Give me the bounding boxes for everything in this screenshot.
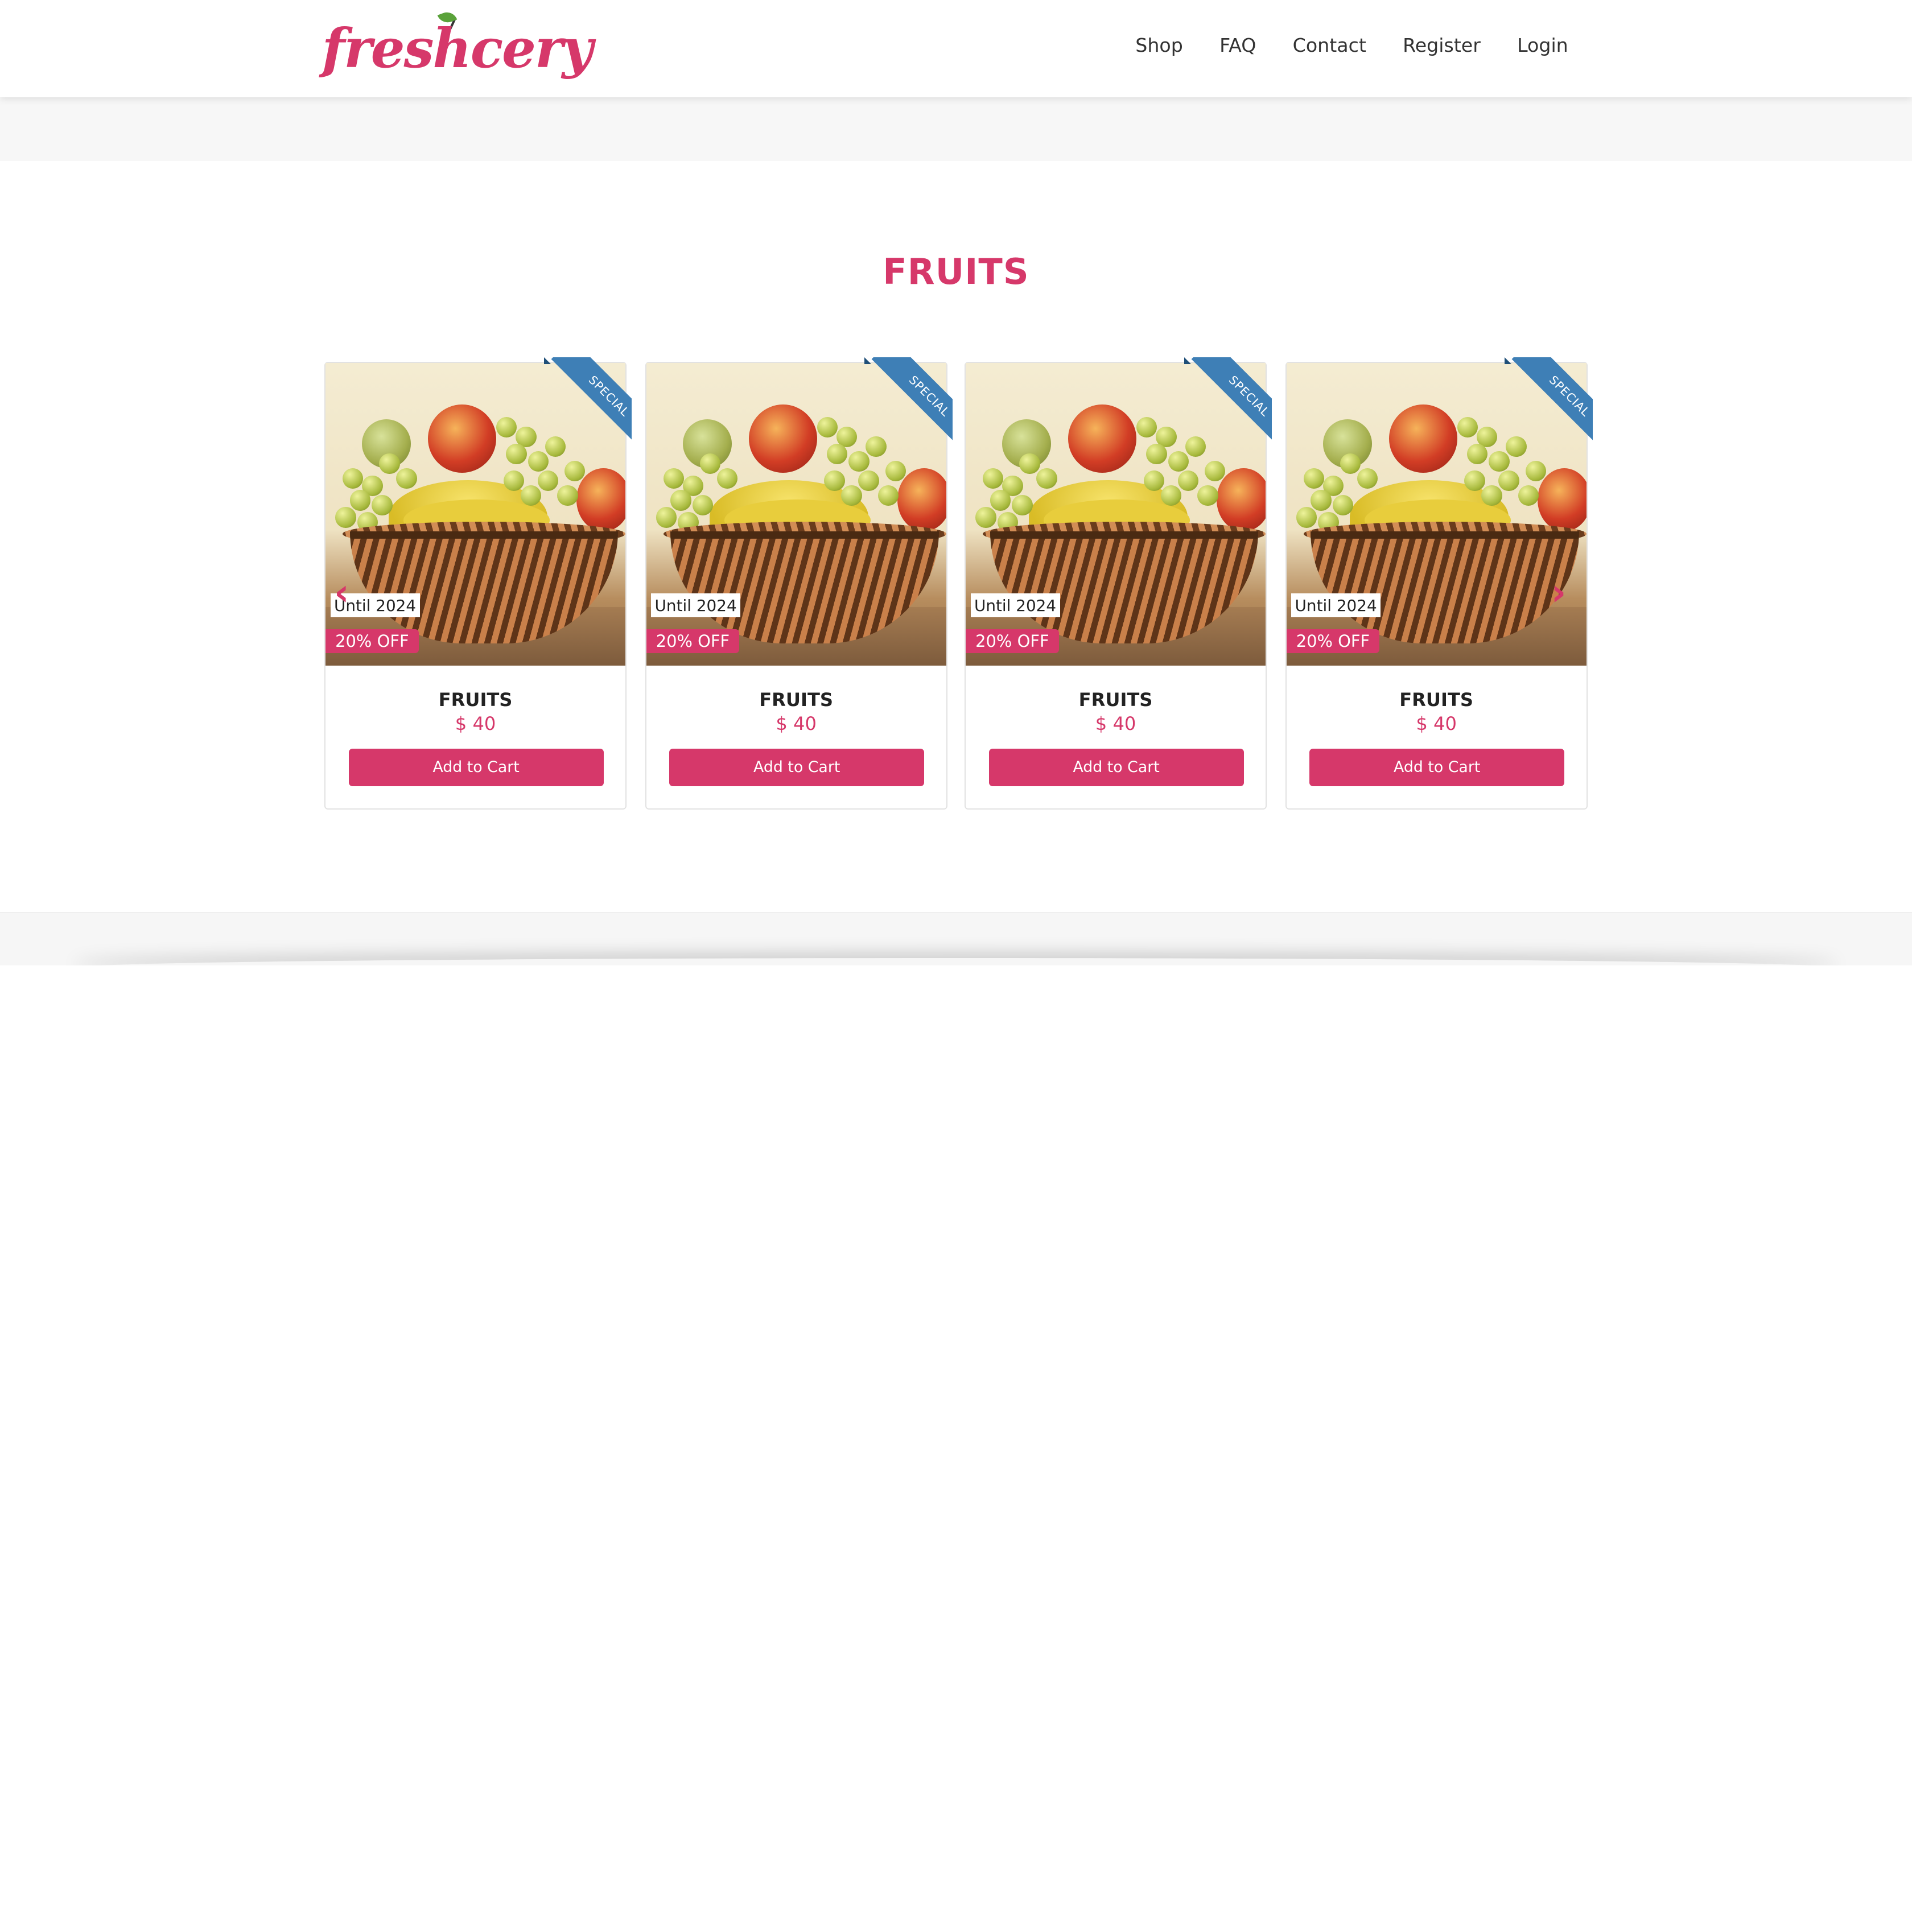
ribbon-label: SPECIAL <box>550 357 632 445</box>
discount-badge: 20% OFF <box>646 629 740 654</box>
discount-badge: 20% OFF <box>966 629 1059 654</box>
add-to-cart-button[interactable]: Add to Cart <box>988 748 1244 786</box>
site-header: freshcery Shop FAQ Contact Register Logi… <box>0 0 1912 98</box>
nav-item-login[interactable]: Login <box>1517 34 1568 56</box>
special-ribbon: SPECIAL <box>1505 357 1593 445</box>
offer-until-label: Until 2024 <box>651 593 741 617</box>
product-carousel: ‹ › SPECIAL Until 2024 20% OFF FRUITS $ … <box>324 357 1593 810</box>
discount-badge: 20% OFF <box>325 629 419 654</box>
special-ribbon: SPECIAL <box>864 357 953 445</box>
product-name[interactable]: FRUITS <box>966 689 1266 711</box>
offer-until-label: Until 2024 <box>970 593 1060 617</box>
chevron-right-icon[interactable]: › <box>1551 574 1578 610</box>
product-card: SPECIAL Until 2024 20% OFF FRUITS $ 40 A… <box>1285 357 1593 810</box>
product-card: SPECIAL Until 2024 20% OFF FRUITS $ 40 A… <box>324 357 632 810</box>
product-price: $ 40 <box>455 713 496 735</box>
product-price: $ 40 <box>1416 713 1457 735</box>
hero-band <box>0 97 1912 161</box>
add-to-cart-button[interactable]: Add to Cart <box>348 748 604 786</box>
ribbon-label: SPECIAL <box>1190 357 1272 445</box>
discount-badge: 20% OFF <box>1286 629 1380 654</box>
ribbon-label: SPECIAL <box>1511 357 1593 445</box>
special-ribbon: SPECIAL <box>1184 357 1272 445</box>
nav-item-faq[interactable]: FAQ <box>1219 34 1256 56</box>
nav-item-shop[interactable]: Shop <box>1135 34 1183 56</box>
product-name[interactable]: FRUITS <box>325 689 625 711</box>
brand-logo[interactable]: freshcery <box>322 9 593 88</box>
product-price: $ 40 <box>1095 713 1136 735</box>
product-name[interactable]: FRUITS <box>646 689 946 711</box>
product-card: SPECIAL Until 2024 20% OFF FRUITS $ 40 A… <box>965 357 1272 810</box>
footer-band <box>0 911 1912 966</box>
special-ribbon: SPECIAL <box>543 357 632 445</box>
product-card: SPECIAL Until 2024 20% OFF FRUITS $ 40 A… <box>645 357 953 810</box>
nav-item-contact[interactable]: Contact <box>1293 34 1366 56</box>
offer-until-label: Until 2024 <box>1291 593 1381 617</box>
section-title: FRUITS <box>883 251 1029 293</box>
product-name[interactable]: FRUITS <box>1287 689 1587 711</box>
ribbon-label: SPECIAL <box>871 357 953 445</box>
main-nav: Shop FAQ Contact Register Login <box>1135 34 1568 56</box>
chevron-left-icon[interactable]: ‹ <box>334 574 361 610</box>
add-to-cart-button[interactable]: Add to Cart <box>669 748 925 786</box>
page: freshcery Shop FAQ Contact Register Logi… <box>0 0 1912 966</box>
product-price: $ 40 <box>776 713 817 735</box>
nav-item-register[interactable]: Register <box>1403 34 1481 56</box>
add-to-cart-button[interactable]: Add to Cart <box>1309 748 1565 786</box>
logo-text: freshcery <box>322 16 593 80</box>
